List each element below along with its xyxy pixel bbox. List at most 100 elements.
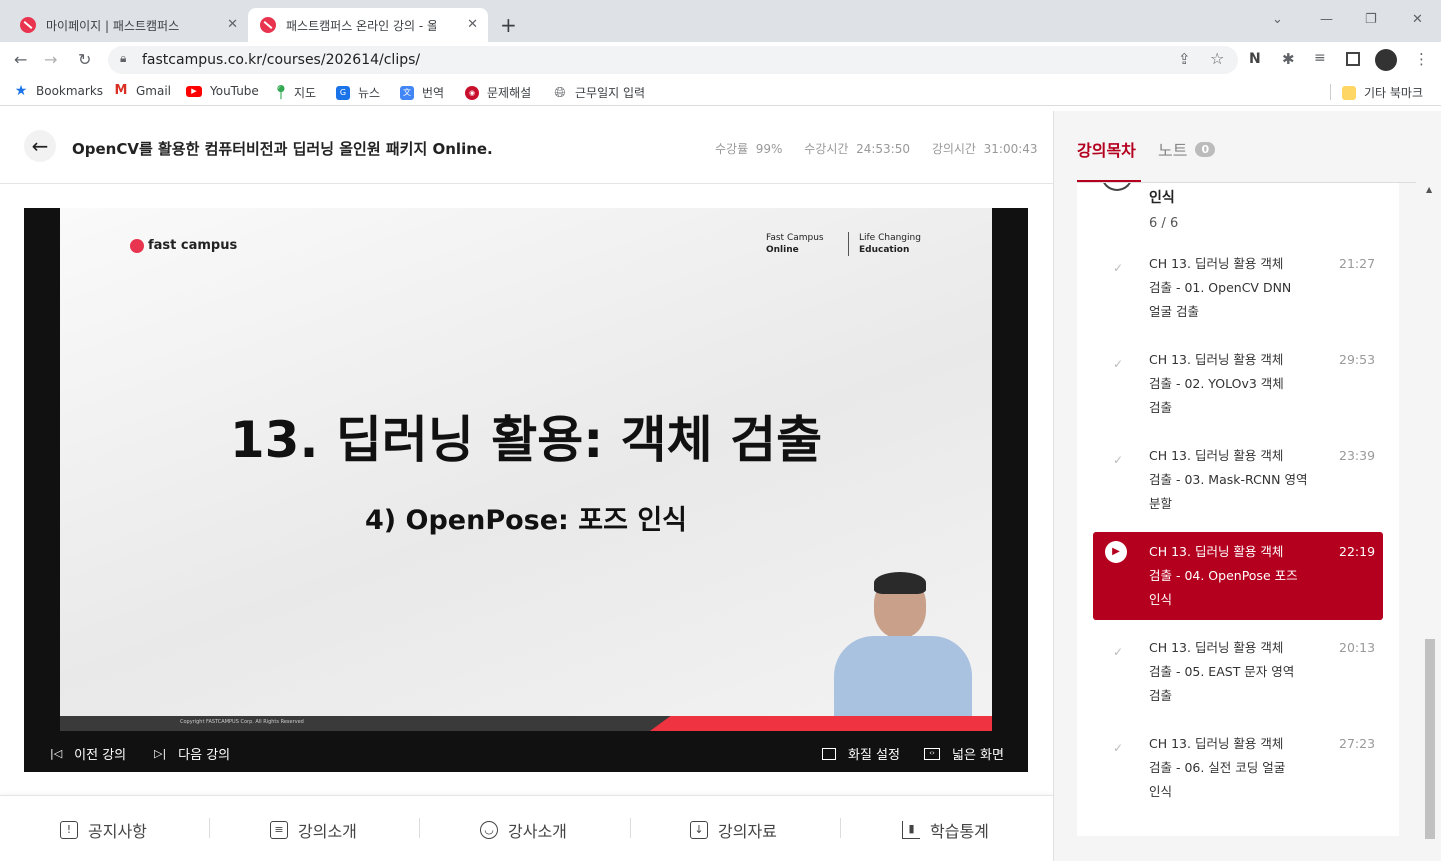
solutions-icon: ◉ [465,85,479,100]
close-window-icon[interactable]: ✕ [1412,12,1423,27]
url-text: fastcampus.co.kr/courses/202614/clips/ [142,52,421,68]
title-line: 검출 - 04. OpenPose 포즈 [1149,568,1298,583]
toc-item[interactable]: ✓ CH 13. 딥러닝 활용 객체 검출 - 05. EAST 문자 영역 검출 … [1093,636,1383,724]
restore-icon[interactable]: ❐ [1365,12,1377,27]
slide-logo: fast campus [130,238,237,253]
bookmark-solutions[interactable]: ◉ 문제해설 [465,84,531,101]
tab-label: 강의자료 [718,822,777,841]
bookmark-news[interactable]: G 뉴스 [336,84,380,101]
user-circle-icon: ◡ [480,821,498,839]
bookmark-worklog[interactable]: 🌐︎ 근무일지 입력 [553,84,645,101]
other-bookmarks[interactable]: 기타 북마크 [1342,84,1423,101]
toc-item[interactable]: ✓ CH 13. 딥러닝 활용 객체 검출 - 03. Mask-RCNN 영역 분… [1093,444,1383,532]
toc-item[interactable]: ✓ CH 13. 딥러닝 활용 객체 검출 - 02. YOLOv3 객체 검출 2… [1093,348,1383,436]
fastcampus-logo-icon [130,238,144,253]
title-line: CH 13. 딥러닝 활용 객체 [1149,256,1284,271]
title-line: CH 13. 딥러닝 활용 객체 [1149,544,1284,559]
avatar[interactable] [1375,49,1397,71]
title-line: 얼굴 검출 [1149,304,1199,319]
toc-item-current[interactable]: ▶ CH 13. 딥러닝 활용 객체 검출 - 04. OpenPose 포즈 인식… [1093,532,1383,620]
bookmark-label: 근무일지 입력 [575,86,646,100]
extension-n-icon[interactable]: N [1249,51,1261,67]
tab-course[interactable]: 패스트캠퍼스 온라인 강의 - 올인원 ✕ [248,8,488,42]
divider [840,818,841,838]
next-lecture-label: 다음 강의 [178,748,231,763]
tab-toc[interactable]: 강의목차 [1077,137,1136,161]
tab-instructor[interactable]: ◡ 강사소개 [480,818,567,842]
title-line: 분할 [1149,496,1173,511]
tag-line: Fast Campus [766,233,824,243]
title-line: CH 13. 딥러닝 활용 객체 [1149,640,1284,655]
toc-item-duration: 27:23 [1339,736,1376,751]
tab-notice[interactable]: ! 공지사항 [60,818,147,842]
wide-screen-button[interactable]: ‹› 넓은 화면 [924,744,1004,763]
sidebar-scrollbar[interactable]: ▲ [1424,185,1436,845]
title-line: 검출 [1149,400,1173,415]
extensions-icon[interactable]: ✱ [1282,50,1295,68]
title-line: 검출 - 01. OpenCV DNN [1149,280,1292,295]
minimize-icon[interactable]: — [1320,12,1333,27]
scroll-thumb[interactable] [1425,639,1435,839]
bookmark-label: 기타 북마크 [1364,86,1424,100]
address-bar[interactable]: 🔒︎ fastcampus.co.kr/courses/202614/clips… [108,46,1238,74]
back-button[interactable]: ← [24,130,56,162]
title-line: 검출 - 05. EAST 문자 영역 [1149,664,1295,679]
section-total-count: 6 [1169,216,1179,231]
total-time-label: 강의시간 [931,142,976,156]
title-line: CH 13. 딥러닝 활용 객체 [1149,352,1284,367]
section-title-tail: 인식 [1149,190,1175,206]
menu-icon[interactable]: ⋮ [1414,50,1429,68]
title-line: 검출 [1149,688,1173,703]
tab-mypage[interactable]: 마이페이지 | 패스트캠퍼스 ✕ [8,8,248,42]
close-tab-icon[interactable]: ✕ [227,17,238,32]
tab-materials[interactable]: ↓ 강의자료 [690,818,777,842]
scroll-up-icon[interactable]: ▲ [1426,185,1432,194]
new-tab-icon[interactable]: + [500,13,517,37]
total-time-value: 31:00:43 [983,142,1038,156]
gmail-icon: M [114,83,128,98]
instructor-video [822,570,972,731]
share-icon[interactable]: ⇪ [1178,50,1191,68]
section-done-count: 6 [1149,216,1158,231]
tab-course-intro[interactable]: ≡ 강의소개 [270,818,357,842]
bookmark-youtube[interactable]: ▶ YouTube [186,84,259,98]
tab-label: 강의소개 [298,822,357,841]
slide-copyright: Copyright FASTCAMPUS Corp. All Rights Re… [180,719,304,725]
course-title: OpenCV를 활용한 컴퓨터비전과 딥러닝 올인원 패키지 Online. [72,140,493,158]
toc-item[interactable]: ✓ CH 13. 딥러닝 활용 객체 검출 - 06. 실전 코딩 얼굴 인식 27… [1093,732,1383,820]
star-icon[interactable]: ☆ [1210,49,1224,68]
section-collapse-icon[interactable] [1101,183,1133,191]
toc-item-duration: 22:19 [1339,544,1376,559]
tab-notes[interactable]: 노트 0 [1158,137,1216,161]
bookmark-label: Bookmarks [36,84,104,98]
forward-icon[interactable]: → [44,50,57,69]
video-frame: fast campus Fast Campus Online Life Chan… [60,208,992,731]
prev-lecture-button[interactable]: |◁ 이전 강의 [50,744,126,763]
bookmark-bookmarks[interactable]: ★ Bookmarks [14,84,103,98]
tab-statistics[interactable]: ▮ 학습통계 [902,818,989,842]
side-panel-icon[interactable] [1346,52,1360,66]
fastcampus-favicon-icon [20,17,36,33]
reload-icon[interactable]: ↻ [78,50,91,69]
skip-prev-icon: |◁ [50,747,63,760]
folder-icon [1342,85,1356,100]
quality-button[interactable]: 화질 설정 [822,744,900,763]
tag-line: Online [766,245,799,255]
toc-item-duration: 20:13 [1339,640,1376,655]
media-icon[interactable]: ≡ [1314,50,1326,66]
next-lecture-button[interactable]: ▷| 다음 강의 [154,744,230,763]
checkmark-icon: ✓ [1113,453,1124,467]
bookmark-label: Gmail [136,84,172,98]
download-clipboard-icon: ↓ [690,821,708,839]
title-line: CH 13. 딥러닝 활용 객체 [1149,736,1284,751]
bookmark-gmail[interactable]: M Gmail [114,83,172,99]
tab-search-icon[interactable]: ⌄ [1272,12,1283,27]
close-tab-icon[interactable]: ✕ [467,17,478,32]
slide-subheading: 4) OpenPose: 포즈 인식 [364,505,688,536]
toc-item[interactable]: ✓ CH 13. 딥러닝 활용 객체 검출 - 01. OpenCV DNN 얼굴 … [1093,252,1383,340]
bookmark-maps[interactable]: 📍︎ 지도 [272,84,316,101]
back-icon[interactable]: ← [14,50,27,69]
lock-icon: 🔒︎ [120,51,127,65]
map-pin-icon: 📍︎ [272,84,290,101]
bookmark-translate[interactable]: 文 번역 [400,84,444,101]
